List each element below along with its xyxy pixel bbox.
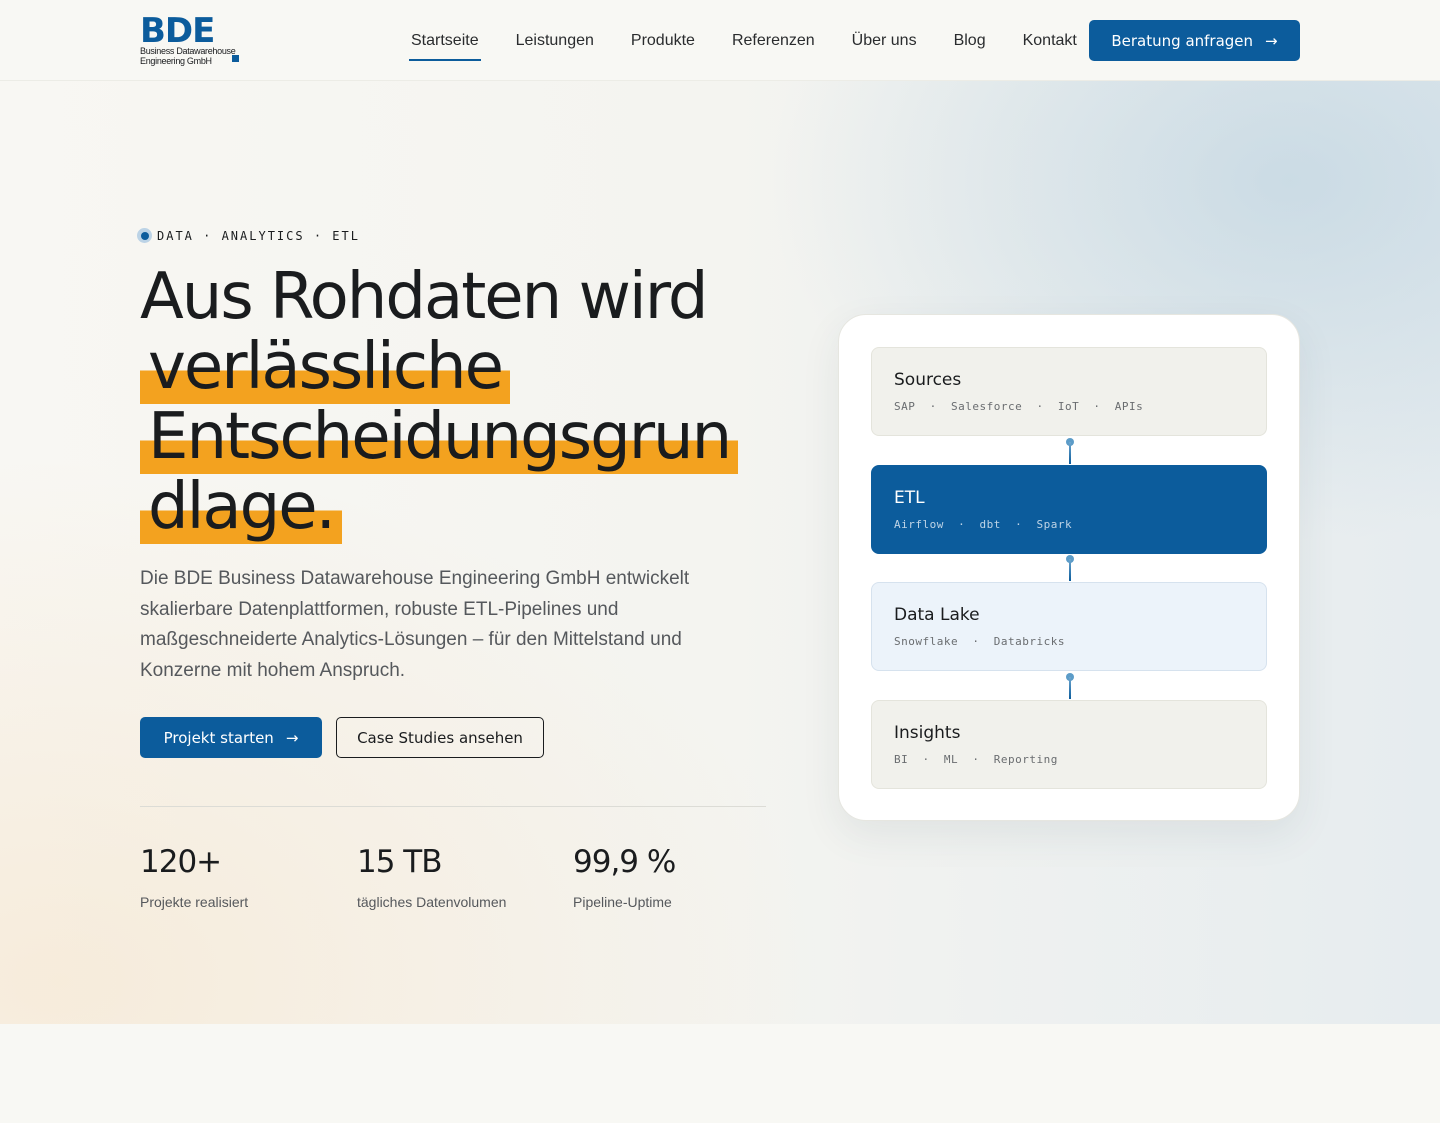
nav-item-leistungen[interactable]: Leistungen: [514, 21, 596, 61]
stat-label: tägliches Datenvolumen: [357, 894, 507, 910]
stat-label: Pipeline-Uptime: [573, 894, 672, 910]
logo-subline-2: Engineering GmbH: [140, 55, 212, 66]
stage-title: Sources: [894, 370, 962, 390]
nav-item-referenzen[interactable]: Referenzen: [730, 21, 817, 61]
pipeline-connector: [1066, 438, 1074, 464]
headline-line-1: Aus Rohdaten wird: [140, 260, 708, 334]
pipeline-stage-data-lake: Data Lake Snowflake · Databricks: [871, 582, 1267, 671]
main-navigation: Startseite Leistungen Produkte Referenze…: [409, 0, 1112, 81]
consultation-request-button[interactable]: Beratung anfragen →: [1089, 20, 1300, 61]
stage-title: Data Lake: [894, 605, 980, 625]
stat-projects: 120+ Projekte realisiert: [140, 842, 248, 910]
stat-uptime: 99,9 % Pipeline-Uptime: [573, 842, 676, 910]
stage-tags: BI · ML · Reporting: [894, 753, 1058, 766]
headline-highlight-3: dlage.: [140, 470, 342, 544]
nav-item-blog[interactable]: Blog: [952, 21, 988, 61]
stats-divider: [140, 806, 766, 807]
stage-title: Insights: [894, 723, 961, 743]
case-studies-button[interactable]: Case Studies ansehen: [336, 717, 544, 758]
stat-value: 120+: [140, 844, 222, 880]
stage-tags: SAP · Salesforce · IoT · APIs: [894, 400, 1144, 413]
stage-tags: Snowflake · Databricks: [894, 635, 1065, 648]
start-project-label: Projekt starten: [163, 728, 274, 747]
stat-value: 15 TB: [357, 844, 443, 880]
site-header: BDE Business Datawarehouse Engineering G…: [0, 0, 1440, 81]
nav-item-produkte[interactable]: Produkte: [629, 21, 697, 61]
pipeline-connector: [1066, 673, 1074, 699]
nav-item-kontakt[interactable]: Kontakt: [1021, 21, 1079, 61]
pipeline-stage-etl: ETL Airflow · dbt · Spark: [871, 465, 1267, 554]
hero-headline: Aus Rohdaten wird verlässliche Entscheid…: [140, 260, 780, 544]
arrow-right-icon: →: [1265, 31, 1278, 50]
start-project-button[interactable]: Projekt starten →: [140, 717, 322, 758]
logo-wordmark: BDE: [140, 11, 215, 51]
nav-item-ueber-uns[interactable]: Über uns: [850, 21, 919, 61]
consultation-request-label: Beratung anfragen: [1111, 31, 1254, 50]
stage-title: ETL: [894, 488, 925, 508]
pipeline-stage-sources: Sources SAP · Salesforce · IoT · APIs: [871, 347, 1267, 436]
status-dot-icon: [137, 228, 152, 243]
headline-highlight-1: verlässliche: [140, 330, 510, 404]
arrow-right-icon: →: [285, 728, 299, 747]
pipeline-connector: [1066, 555, 1074, 581]
logo-subline-1: Business Datawarehouse: [140, 46, 236, 56]
company-logo[interactable]: BDE Business Datawarehouse Engineering G…: [140, 11, 242, 66]
case-studies-label: Case Studies ansehen: [357, 728, 523, 747]
stat-label: Projekte realisiert: [140, 894, 249, 910]
pipeline-stage-insights: Insights BI · ML · Reporting: [871, 700, 1267, 789]
data-pipeline-card: Sources SAP · Salesforce · IoT · APIs ET…: [838, 314, 1300, 821]
nav-item-startseite[interactable]: Startseite: [409, 21, 481, 61]
hero-eyebrow-text: DATA · ANALYTICS · ETL: [157, 228, 360, 243]
stage-tags: Airflow · dbt · Spark: [894, 518, 1073, 531]
logo-square-mark: [232, 55, 239, 62]
stat-data-volume: 15 TB tägliches Datenvolumen: [357, 842, 506, 910]
hero-eyebrow: DATA · ANALYTICS · ETL: [137, 228, 360, 243]
headline-highlight-2: Entscheidungsgrun: [140, 400, 739, 474]
stat-value: 99,9 %: [573, 844, 676, 880]
hero-lead-text: Die BDE Business Datawarehouse Engineeri…: [140, 568, 690, 681]
